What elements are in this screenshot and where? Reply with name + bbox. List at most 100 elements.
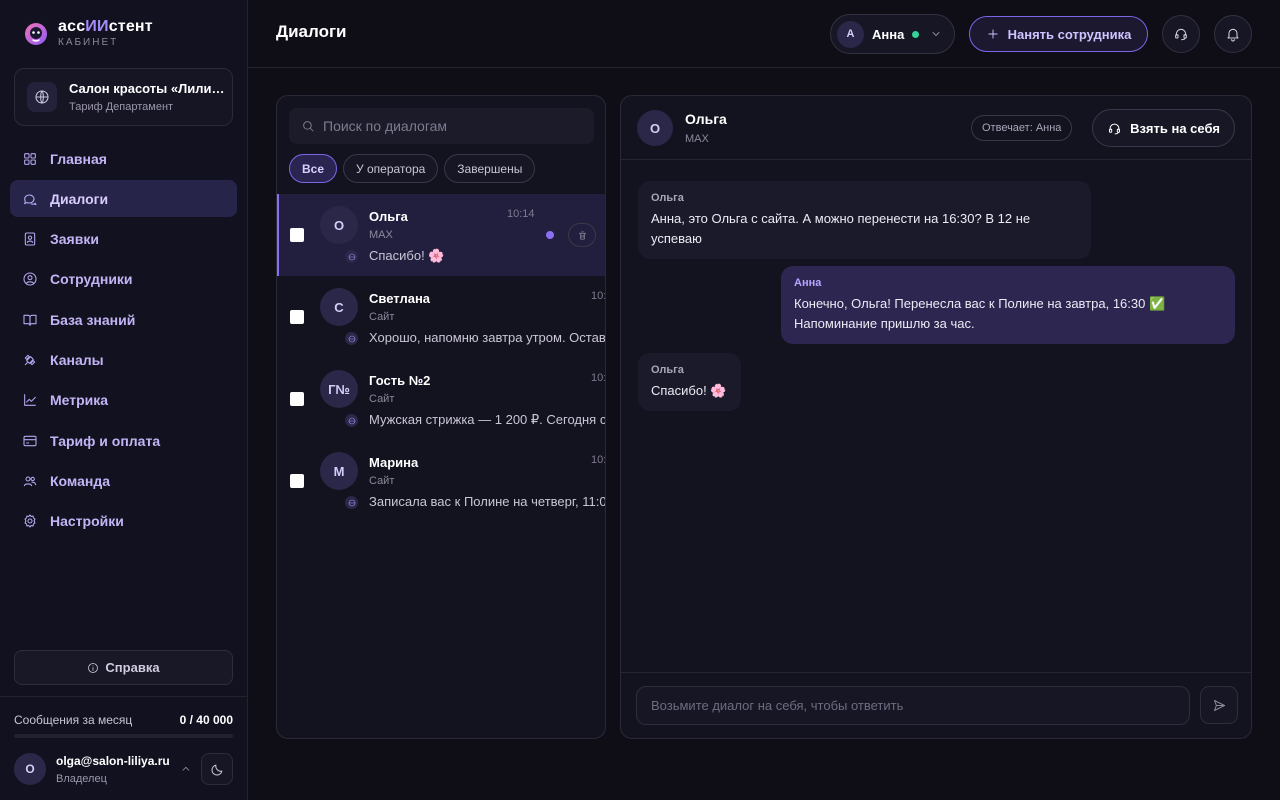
hire-employee-button[interactable]: Нанять сотрудника [969, 16, 1148, 52]
conversation-channel: Сайт [369, 475, 395, 487]
user-email: olga@salon-liliya.ru [56, 753, 170, 768]
conversation-name: Светлана [369, 291, 431, 306]
nav-item-label: Метрика [50, 392, 109, 409]
select-checkbox[interactable] [290, 310, 304, 324]
avatar: М [320, 452, 358, 490]
nav-item-team[interactable]: Команда [10, 462, 237, 499]
unread-indicator [546, 231, 554, 239]
chevron-down-icon [932, 32, 940, 36]
conversation-item[interactable]: С Светлана 10: Сайт Хорошо, напомню завт… [277, 276, 606, 358]
contact-card-icon [24, 232, 36, 246]
take-over-button[interactable]: Взять на себя [1092, 109, 1235, 147]
grid-icon [24, 152, 36, 165]
conversation-channel: MAX [369, 229, 393, 241]
user-circle-icon [23, 272, 37, 286]
filter-all[interactable]: Все [289, 154, 338, 183]
avatar: O [14, 753, 46, 785]
message-outgoing: Анна Конечно, Ольга! Перенесла вас к Пол… [781, 266, 1235, 344]
agent-name: Анна [872, 26, 905, 42]
message-incoming: Ольга Спасибо! 🌸 [638, 353, 741, 411]
nav-item-label: Настройки [50, 513, 124, 530]
book-icon [23, 314, 37, 326]
page-title: Диалоги [276, 22, 347, 41]
channel-badge-icon [345, 250, 358, 263]
nav-item-label: Заявки [50, 231, 99, 248]
agent-selector[interactable]: A Анна [830, 14, 955, 54]
message-text: Спасибо! 🌸 [651, 383, 727, 398]
main-nav: Главная Диалоги Заявки Сотрудники База з… [10, 140, 237, 543]
chat-icon [24, 194, 37, 205]
organization-plan: Тариф Департамент [69, 101, 174, 113]
delete-conversation-button[interactable] [568, 223, 596, 247]
brand-subtitle: КАБИНЕТ [58, 37, 119, 48]
chat-contact-name: Ольга [685, 111, 727, 127]
nav-item-billing[interactable]: Тариф и оплата [10, 422, 237, 459]
usage-progress-bar [14, 734, 233, 738]
nav-item-settings[interactable]: Настройки [10, 503, 237, 540]
gear-icon [24, 514, 36, 528]
filter-chips: Все У оператора Завершены [289, 154, 536, 183]
search-box[interactable] [289, 108, 594, 144]
chat-channel: MAX [685, 133, 709, 145]
help-button[interactable]: Справка [14, 650, 233, 685]
filter-done[interactable]: Завершены [444, 154, 536, 183]
usage-label: Сообщения за месяц [14, 713, 133, 727]
conversation-item[interactable]: Г№ Гость №2 10: Сайт Мужская стрижка — 1… [277, 358, 606, 440]
nav-item-knowledge-base[interactable]: База знаний [10, 301, 237, 338]
message-input[interactable]: Возьмите диалог на себя, чтобы ответить [636, 686, 1190, 725]
conversation-preview: Спасибо! 🌸 [369, 248, 445, 263]
chevron-up-icon[interactable] [179, 762, 193, 776]
conversation-time: 10: [591, 454, 606, 466]
conversation-list: О Ольга 10:14 MAX Спасибо! 🌸 С Светлана … [277, 194, 606, 522]
message-author: Ольга [651, 364, 684, 376]
notifications-button[interactable] [1214, 15, 1252, 53]
organization-name: Салон красоты «Лилия» [69, 81, 225, 96]
take-over-label: Взять на себя [1130, 120, 1220, 136]
nav-item-label: Диалоги [50, 190, 109, 207]
message-author: Анна [794, 277, 822, 289]
select-checkbox[interactable] [290, 228, 304, 242]
nav-item-employees[interactable]: Сотрудники [10, 261, 237, 298]
nav-item-channels[interactable]: Каналы [10, 341, 237, 378]
online-status-dot [912, 30, 920, 38]
usage-row: Сообщения за месяц 0 / 40 000 [14, 713, 233, 727]
conversation-item[interactable]: М Марина 10: Сайт Записала вас к Полине … [277, 440, 606, 522]
select-checkbox[interactable] [290, 474, 304, 488]
support-button[interactable] [1162, 15, 1200, 53]
nav-item-dialogs[interactable]: Диалоги [10, 180, 237, 218]
help-label: Справка [105, 660, 160, 675]
channel-badge-icon [345, 332, 358, 345]
brand-name: ассИИстент [58, 18, 153, 35]
avatar: С [320, 288, 358, 326]
brand-logo-icon [25, 23, 47, 45]
nav-item-metrics[interactable]: Метрика [10, 382, 237, 419]
message-text: успеваю [651, 231, 702, 246]
brand[interactable]: ассИИстент КАБИНЕТ [24, 18, 153, 48]
nav-item-requests[interactable]: Заявки [10, 221, 237, 258]
conversation-channel: Сайт [369, 393, 395, 405]
organization-switcher[interactable]: Салон красоты «Лилия» Тариф Департамент [14, 68, 233, 126]
filter-operator[interactable]: У оператора [343, 154, 439, 183]
conversation-time: 10: [591, 372, 606, 384]
theme-toggle-button[interactable] [201, 753, 233, 785]
message-text: Конечно, Ольга! Перенесла вас к Полине н… [794, 296, 1166, 311]
avatar: О [637, 110, 673, 146]
avatar: A [837, 20, 864, 48]
globe-icon [27, 82, 57, 112]
user-menu[interactable]: O olga@salon-liliya.ru Владелец [14, 752, 233, 786]
nav-item-home[interactable]: Главная [10, 140, 237, 177]
plus-icon [988, 29, 998, 39]
conversation-item[interactable]: О Ольга 10:14 MAX Спасибо! 🌸 [277, 194, 605, 276]
send-button[interactable] [1200, 686, 1238, 724]
conversation-name: Марина [369, 455, 419, 470]
conversation-time: 10: [591, 290, 606, 302]
avatar: О [320, 206, 358, 244]
usage-value: 0 / 40 000 [179, 713, 233, 727]
headset-icon [1175, 28, 1187, 41]
responder-badge: Отвечает: Анна [971, 115, 1073, 141]
bell-icon [1227, 28, 1239, 42]
search-input[interactable] [323, 118, 583, 134]
info-icon [88, 662, 99, 673]
select-checkbox[interactable] [290, 392, 304, 406]
avatar: Г№ [320, 370, 358, 408]
